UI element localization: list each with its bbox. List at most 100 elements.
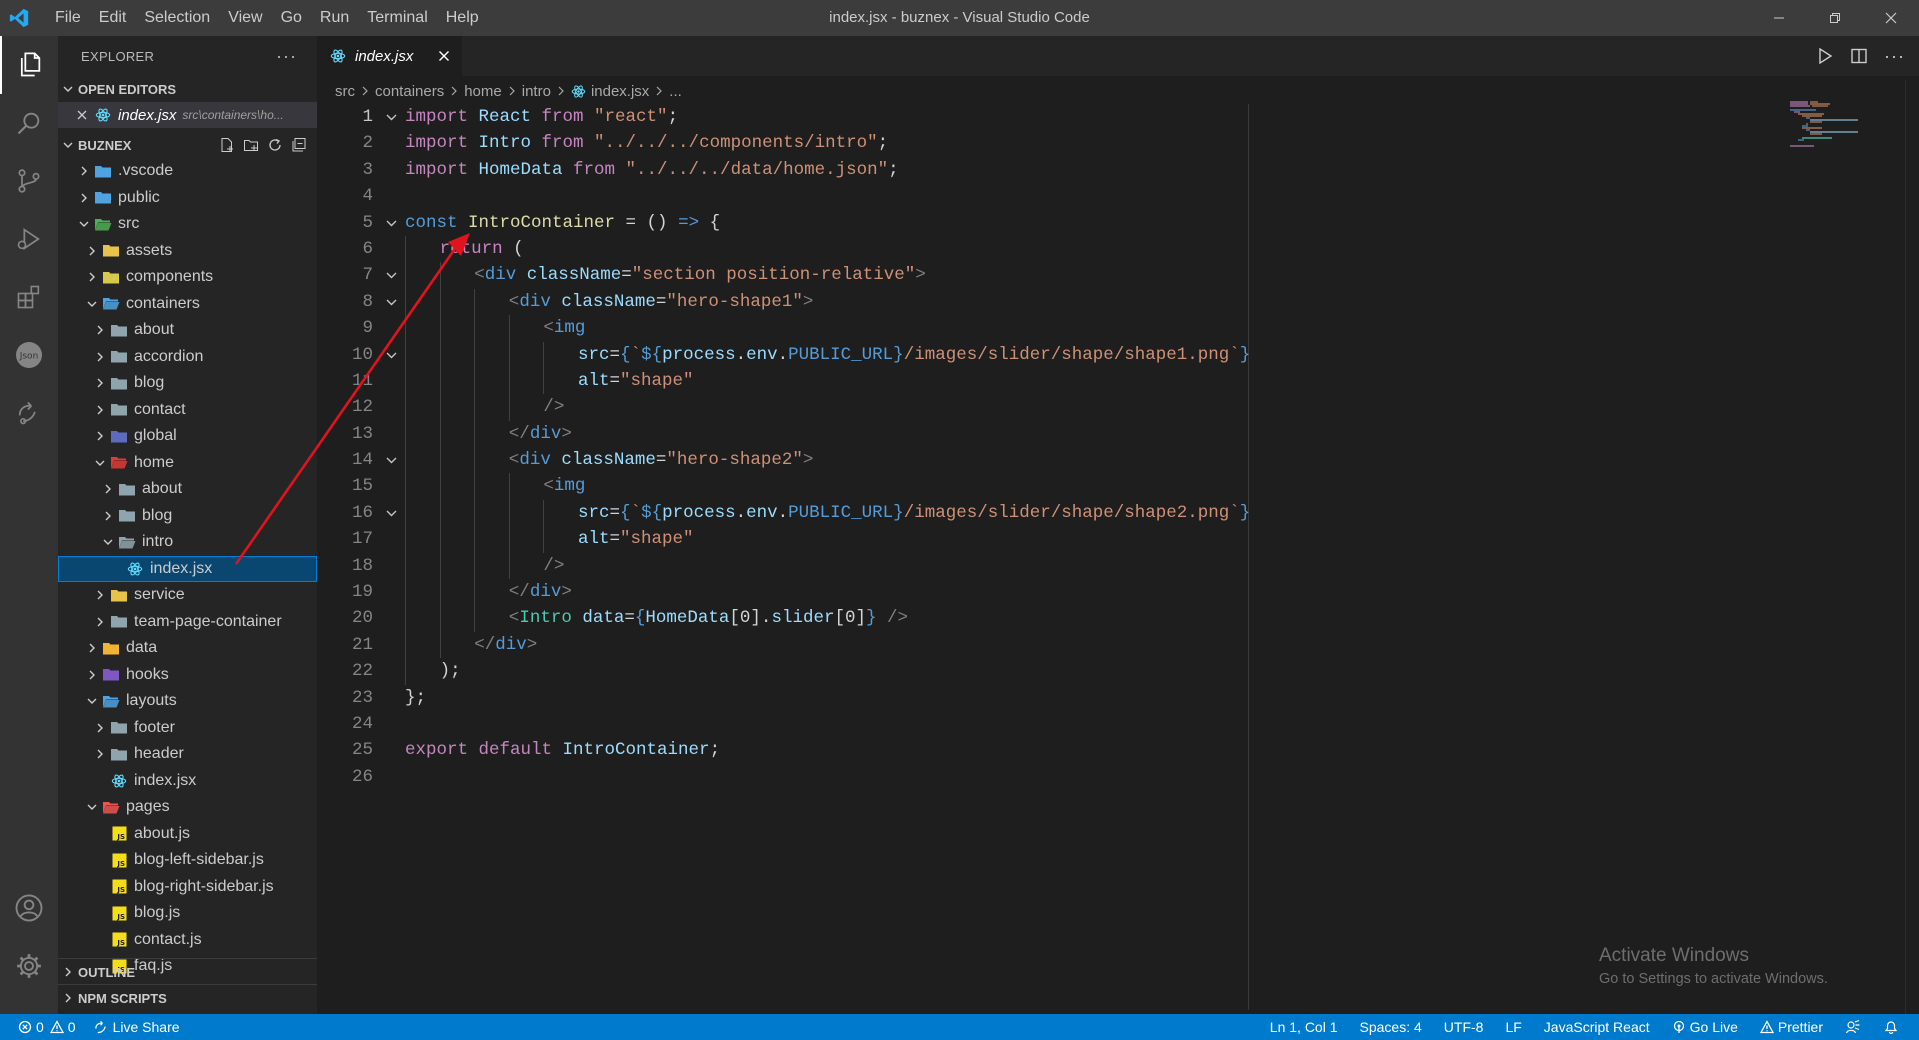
menu-view[interactable]: View (219, 0, 271, 36)
manage-activity[interactable] (0, 937, 58, 995)
fold-chevron-icon[interactable] (383, 342, 399, 370)
line-number: 1 (362, 107, 373, 127)
minimize-button[interactable] (1751, 0, 1807, 36)
json-activity[interactable]: Json (0, 326, 58, 384)
menu-terminal[interactable]: Terminal (358, 0, 436, 36)
run-file-icon[interactable] (1816, 47, 1834, 65)
tree-folder[interactable]: hooks (58, 662, 317, 689)
tree-file[interactable]: JS about.js (58, 821, 317, 848)
menu-help[interactable]: Help (437, 0, 488, 36)
tree-folder[interactable]: intro (58, 529, 317, 556)
open-editors-section[interactable]: OPEN EDITORS (58, 76, 317, 102)
tree-folder[interactable]: global (58, 423, 317, 450)
fold-chevron-icon[interactable] (383, 262, 399, 290)
fold-chevron-icon[interactable] (383, 104, 399, 132)
more-actions-icon[interactable]: ··· (1884, 46, 1905, 67)
fold-chevron-icon[interactable] (383, 210, 399, 238)
problems-status[interactable]: 0 0 (18, 1019, 76, 1035)
code-line: 20 <Intro data={HomeData[0].slider[0]} /> (317, 605, 1777, 632)
run-debug-activity[interactable] (0, 210, 58, 268)
tree-folder[interactable]: components (58, 264, 317, 291)
tree-file[interactable]: JS blog-left-sidebar.js (58, 847, 317, 874)
close-window-button[interactable] (1863, 0, 1919, 36)
menu-run[interactable]: Run (311, 0, 358, 36)
tree-file[interactable]: JS blog-right-sidebar.js (58, 874, 317, 901)
menu-go[interactable]: Go (272, 0, 311, 36)
tab-index-jsx[interactable]: index.jsx (317, 36, 462, 76)
search-activity[interactable] (0, 94, 58, 152)
npm-scripts-section[interactable]: NPM SCRIPTS (58, 984, 317, 1011)
editor-scrollbar[interactable] (1905, 80, 1919, 1014)
end-of-line[interactable]: LF (1505, 1019, 1521, 1035)
cursor-position[interactable]: Ln 1, Col 1 (1270, 1019, 1338, 1035)
outline-section[interactable]: OUTLINE (58, 958, 317, 985)
fold-chevron-icon[interactable] (383, 500, 399, 528)
tree-folder[interactable]: layouts (58, 688, 317, 715)
restore-button[interactable] (1807, 0, 1863, 36)
feedback-icon[interactable] (1845, 1019, 1861, 1035)
tree-folder[interactable]: service (58, 582, 317, 609)
minimap[interactable] (1786, 100, 1886, 160)
tree-folder[interactable]: team-page-container (58, 609, 317, 636)
breadcrumb-item[interactable]: containers (375, 83, 444, 100)
tree-folder[interactable]: pages (58, 794, 317, 821)
chevron-down-icon (58, 140, 78, 150)
project-section[interactable]: BUZNEX (58, 132, 317, 158)
tree-folder[interactable]: header (58, 741, 317, 768)
code-line: 19 </div> (317, 579, 1777, 606)
tree-folder[interactable]: blog (58, 370, 317, 397)
tree-file[interactable]: JS contact.js (58, 927, 317, 954)
source-control-activity[interactable] (0, 152, 58, 210)
menu-file[interactable]: File (46, 0, 90, 36)
menu-edit[interactable]: Edit (90, 0, 136, 36)
open-editor-item[interactable]: index.jsx src\containers\ho... (58, 102, 317, 128)
prettier-status[interactable]: Prettier (1759, 1019, 1823, 1035)
tree-file[interactable]: index.jsx (58, 555, 317, 582)
close-tab-icon[interactable] (438, 50, 450, 62)
fold-chevron-icon[interactable] (383, 289, 399, 317)
breadcrumb-item[interactable]: home (464, 83, 502, 100)
tree-folder[interactable]: accordion (58, 344, 317, 371)
breadcrumb-item[interactable]: intro (522, 83, 551, 100)
tree-folder[interactable]: data (58, 635, 317, 662)
go-live-status[interactable]: Go Live (1672, 1019, 1738, 1035)
tree-file[interactable]: JS blog.js (58, 900, 317, 927)
collapse-all-icon[interactable] (291, 137, 307, 153)
tree-folder[interactable]: about (58, 317, 317, 344)
language-mode[interactable]: JavaScript React (1544, 1019, 1650, 1035)
code-text: alt="shape" (578, 368, 694, 394)
code-token: import (405, 159, 479, 180)
tree-folder[interactable]: .vscode (58, 158, 317, 185)
breadcrumb-item[interactable]: ... (669, 83, 682, 100)
tree-folder[interactable]: contact (58, 397, 317, 424)
tree-folder[interactable]: blog (58, 503, 317, 530)
split-editor-icon[interactable] (1850, 47, 1868, 65)
fold-chevron-icon[interactable] (383, 447, 399, 475)
tree-folder[interactable]: home (58, 450, 317, 477)
notifications-icon[interactable] (1883, 1019, 1899, 1035)
code-editor[interactable]: 1 import React from "react"; 2 import Intro… (317, 104, 1777, 790)
close-editor-icon[interactable] (72, 110, 92, 120)
breadcrumb-item[interactable]: src (335, 83, 355, 100)
accounts-activity[interactable] (0, 879, 58, 937)
tree-folder[interactable]: footer (58, 715, 317, 742)
more-actions-icon[interactable]: ··· (276, 46, 297, 67)
new-folder-icon[interactable] (243, 137, 259, 153)
tree-folder[interactable]: src (58, 211, 317, 238)
tree-folder[interactable]: assets (58, 238, 317, 265)
remote-activity[interactable] (0, 384, 58, 442)
menu-selection[interactable]: Selection (135, 0, 219, 36)
tree-folder[interactable]: containers (58, 291, 317, 318)
new-file-icon[interactable] (219, 137, 235, 153)
refresh-icon[interactable] (267, 137, 283, 153)
tree-folder[interactable]: public (58, 185, 317, 212)
tree-folder[interactable]: about (58, 476, 317, 503)
live-share-status[interactable]: Live Share (94, 1019, 180, 1035)
activate-windows-title: Activate Windows (1599, 945, 1749, 966)
tree-file[interactable]: index.jsx (58, 768, 317, 795)
indentation[interactable]: Spaces: 4 (1360, 1019, 1422, 1035)
explorer-activity[interactable] (0, 36, 58, 94)
extensions-activity[interactable] (0, 268, 58, 326)
breadcrumb-item[interactable]: index.jsx (591, 83, 649, 100)
encoding[interactable]: UTF-8 (1444, 1019, 1484, 1035)
